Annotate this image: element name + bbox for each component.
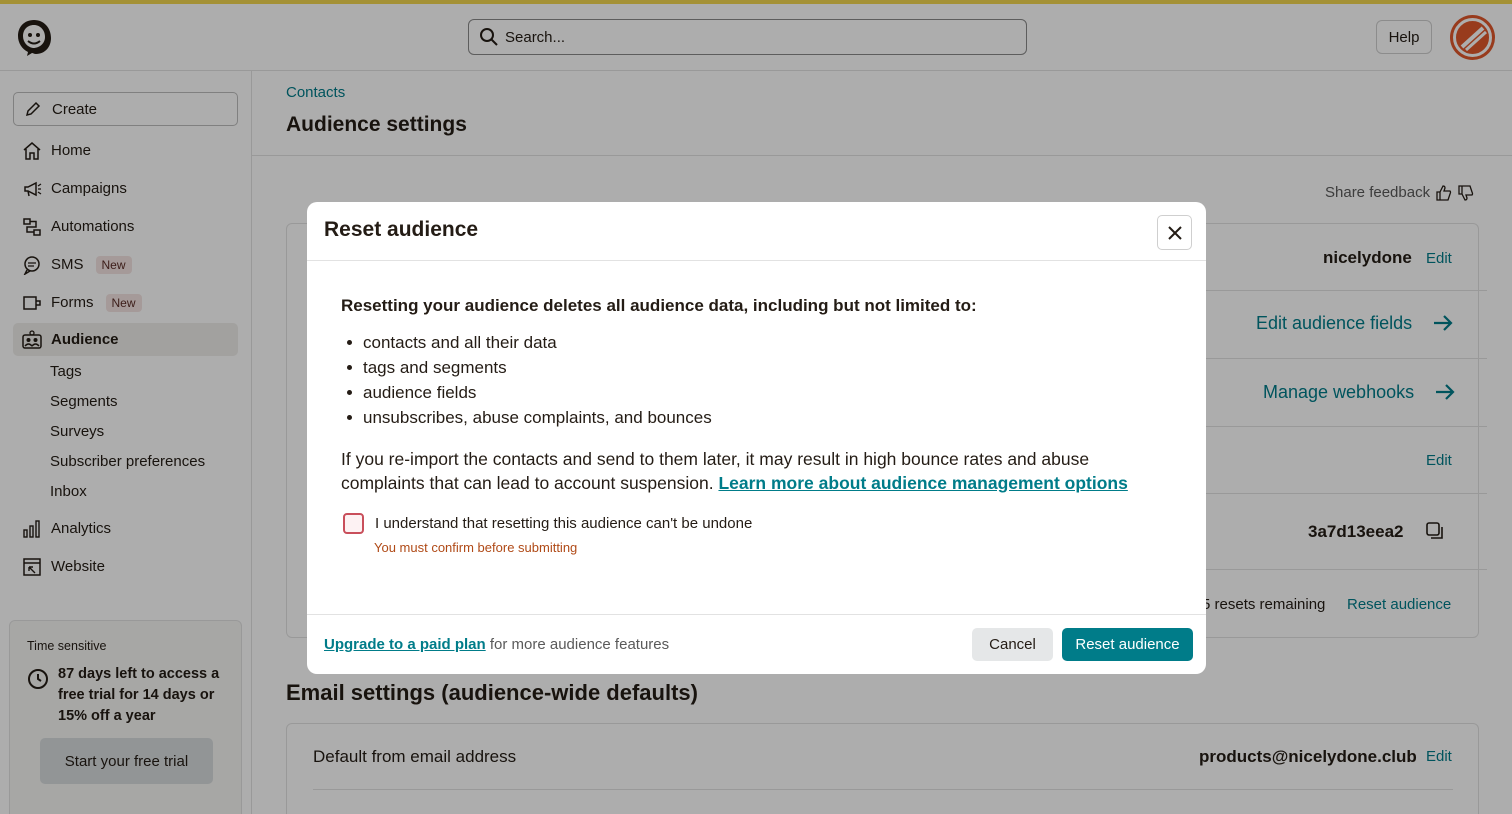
list-item: unsubscribes, abuse complaints, and boun… [341,405,712,430]
close-button[interactable] [1157,215,1192,250]
reset-audience-modal: Reset audience Resetting your audience d… [307,202,1206,674]
list-item: tags and segments [341,355,712,380]
upgrade-link[interactable]: Upgrade to a paid plan [324,636,486,653]
checkbox-error-message: You must confirm before submitting [374,540,578,555]
reset-audience-button[interactable]: Reset audience [1062,628,1193,661]
list-item: contacts and all their data [341,330,712,355]
deleted-data-list: contacts and all their data tags and seg… [341,330,712,430]
confirm-checkbox-label: I understand that resetting this audienc… [375,515,753,532]
list-item: audience fields [341,380,712,405]
confirm-checkbox-row[interactable]: I understand that resetting this audienc… [343,513,752,534]
modal-lead: Resetting your audience deletes all audi… [341,296,977,315]
cancel-button[interactable]: Cancel [972,628,1053,661]
modal-title: Reset audience [324,218,479,241]
close-icon [1167,225,1182,240]
upgrade-note: Upgrade to a paid plan for more audience… [324,636,670,653]
confirm-checkbox[interactable] [343,513,364,534]
warning-text: If you re-import the contacts and send t… [341,449,1128,493]
divider [307,614,1206,615]
divider [307,260,1206,261]
learn-more-link[interactable]: Learn more about audience management opt… [718,473,1127,493]
